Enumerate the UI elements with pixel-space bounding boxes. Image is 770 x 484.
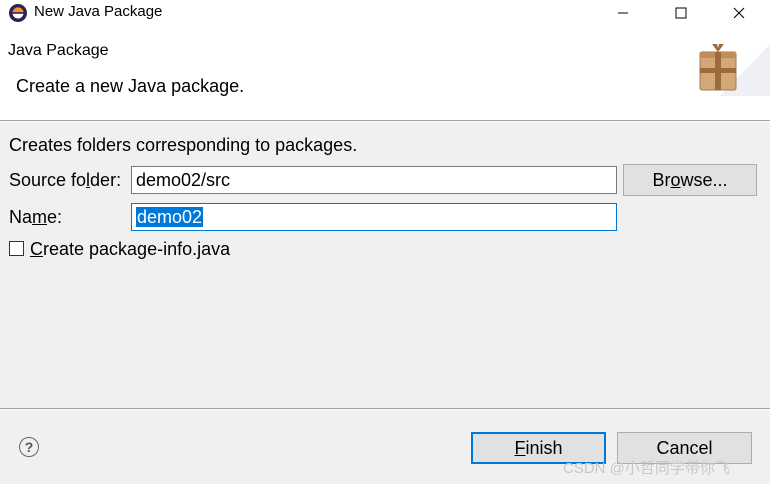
form-description: Creates folders corresponding to package… [9,135,358,155]
help-icon[interactable]: ? [19,437,39,457]
wizard-description: Create a new Java package. [16,76,245,96]
title-bar: New Java Package [0,0,770,26]
close-icon [733,7,745,19]
watermark: CSDN @小哲同学带你飞 [563,460,730,477]
package-info-checkbox[interactable] [9,241,24,256]
minimize-button[interactable] [594,0,652,26]
name-label: Name: [9,207,63,227]
wizard-header: Java Package Create a new Java package. [0,26,770,120]
selected-text: demo02 [136,207,204,227]
footer-separator [0,408,770,410]
minimize-icon [618,12,628,14]
maximize-icon [675,7,687,19]
package-icon [699,44,770,96]
maximize-button[interactable] [652,0,710,26]
browse-button[interactable]: Br o wse... [623,164,757,196]
eclipse-icon [9,4,27,22]
wizard-title: Java Package [8,42,109,59]
close-button[interactable] [710,0,768,26]
source-folder-input[interactable]: demo02/src [131,166,617,194]
source-folder-label: Source folder: [9,170,122,190]
package-info-label[interactable]: Create package-info.java [30,239,230,260]
header-separator [0,120,770,122]
name-input[interactable]: demo02 [131,203,617,231]
window-title: New Java Package [34,3,163,20]
